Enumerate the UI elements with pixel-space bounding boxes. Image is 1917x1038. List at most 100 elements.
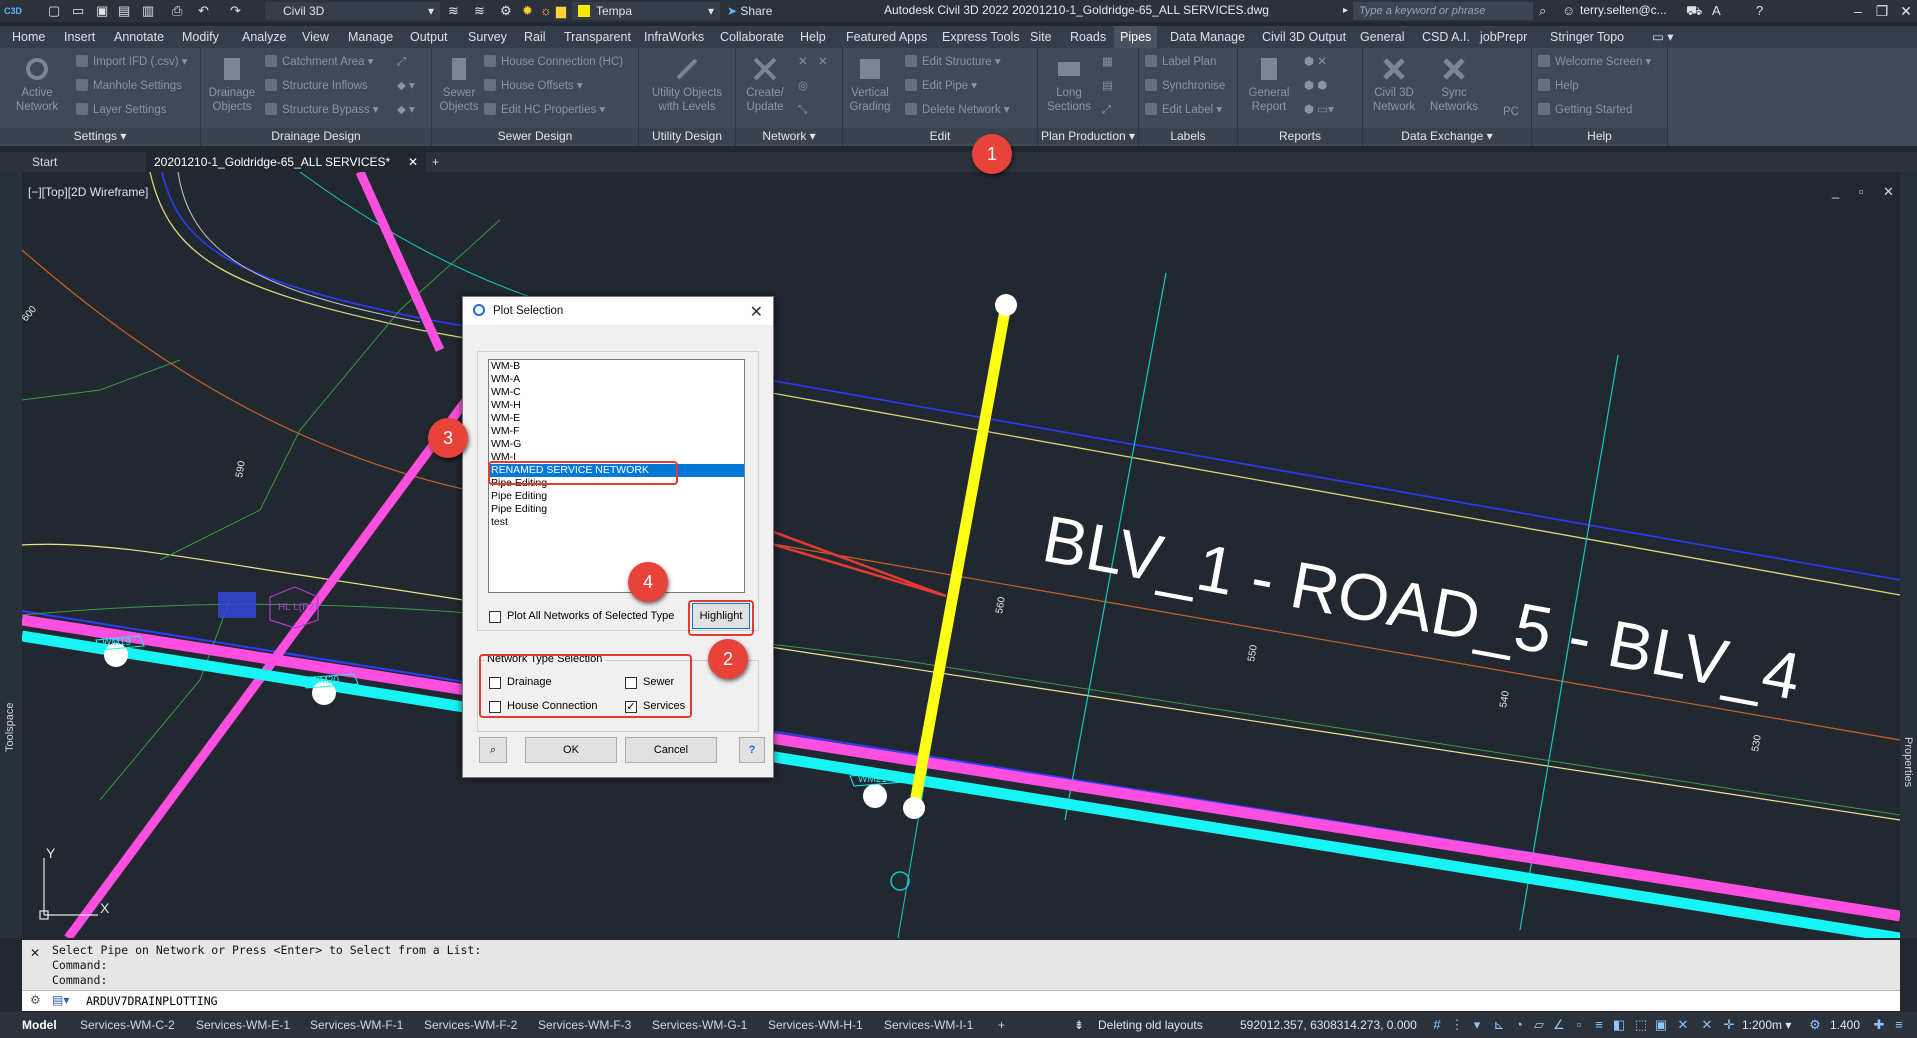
active-network-button[interactable]: Active Network — [10, 54, 64, 114]
plan-tool-3-icon[interactable]: ⤢ — [1102, 102, 1111, 118]
tab-transparent[interactable]: Transparent — [558, 26, 637, 48]
panel-title-network[interactable]: Network ▾ — [736, 128, 842, 144]
cancel-button[interactable]: Cancel — [625, 737, 717, 763]
manhole-settings-button[interactable]: Manhole Settings — [76, 78, 182, 94]
tab-model[interactable]: Model — [22, 1016, 57, 1034]
app-logo[interactable]: C3D — [4, 2, 26, 20]
edit-structure-button[interactable]: Edit Structure ▾ — [905, 54, 1001, 70]
command-input[interactable]: ⚙ ▤▾ ARDUV7DRAINPLOTTING — [22, 990, 1900, 1011]
web-mobile-icon[interactable]: ▥ — [142, 3, 154, 19]
tab-help[interactable]: Help — [794, 26, 832, 48]
lock-icon[interactable]: ▆ — [556, 3, 566, 19]
cyan-node[interactable] — [890, 871, 910, 891]
lightbulb-icon[interactable]: ✹ — [522, 3, 533, 19]
tab-layout[interactable]: Services-WM-I-1 — [884, 1016, 973, 1034]
drainage-objects-button[interactable]: Drainage Objects — [205, 54, 259, 114]
delete-network-button[interactable]: Delete Network ▾ — [905, 102, 1010, 118]
report-tool-2-icon[interactable]: ⬢ ⬢ — [1304, 78, 1327, 94]
panel-title-data-exchange[interactable]: Data Exchange ▾ — [1363, 128, 1531, 144]
edit-label-button[interactable]: Edit Label ▾ — [1145, 102, 1222, 118]
panel-title-settings[interactable]: Settings ▾ — [0, 128, 200, 144]
undo-icon[interactable]: ↶ — [198, 3, 209, 19]
civil3d-network-button[interactable]: Civil 3D Network — [1367, 54, 1421, 114]
tab-express-tools[interactable]: Express Tools — [936, 26, 1026, 48]
list-item[interactable]: Pipe Editing — [489, 490, 744, 503]
list-item[interactable]: WM-A — [489, 373, 744, 386]
house-offsets-button[interactable]: House Offsets ▾ — [484, 78, 583, 94]
tab-layout[interactable]: Services-WM-F-3 — [538, 1016, 631, 1034]
list-item[interactable]: WM-E — [489, 412, 744, 425]
isodraft-icon[interactable]: ▱ — [1532, 1018, 1546, 1032]
network-tool-3-icon[interactable]: ⤡ — [798, 102, 807, 118]
tab-start[interactable]: Start — [24, 152, 152, 172]
osnap-tracking-icon[interactable]: ∠ — [1552, 1018, 1566, 1032]
chevron-down-icon[interactable]: ▾ — [1470, 1018, 1484, 1032]
wrench-icon[interactable]: ⚙ — [30, 993, 41, 1007]
tab-site[interactable]: Site — [1024, 26, 1058, 48]
layer-settings-button[interactable]: Layer Settings — [76, 102, 167, 118]
plot-icon[interactable]: ⎙ — [172, 3, 182, 19]
tab-csd-ai[interactable]: CSD A.I. — [1416, 26, 1476, 48]
sun-icon[interactable]: ☼ — [540, 3, 552, 19]
close-window-button[interactable]: ✕ — [1894, 2, 1917, 20]
coordinates-readout[interactable]: 592012.357, 6308314.273, 0.000 — [1240, 1018, 1417, 1032]
properties-palette[interactable]: Properties — [1900, 172, 1917, 938]
redo-icon[interactable]: ↷ — [230, 3, 241, 19]
help-button[interactable]: ? — [739, 737, 765, 763]
transparency-icon[interactable]: ◧ — [1612, 1018, 1626, 1032]
tab-layout[interactable]: Services-WM-F-1 — [310, 1016, 403, 1034]
yellow-selected-pipe[interactable] — [908, 304, 1012, 809]
network-tool-4-icon[interactable]: ✕ — [818, 54, 828, 70]
tab-general[interactable]: General — [1354, 26, 1410, 48]
annotation-visibility-icon[interactable]: ✕ — [1700, 1018, 1714, 1032]
layer-match-icon[interactable]: ≋ — [474, 3, 485, 19]
tab-layout[interactable]: Services-WM-C-2 — [80, 1016, 175, 1034]
lineweight-icon[interactable]: ≡ — [1592, 1018, 1606, 1032]
dynamic-ucs-icon[interactable]: ✕ — [1676, 1018, 1690, 1032]
command-close-icon[interactable]: ✕ — [30, 946, 40, 960]
osnap-icon[interactable]: ▫ — [1572, 1018, 1586, 1032]
list-item[interactable]: WM-B — [489, 360, 744, 373]
ok-button[interactable]: OK — [525, 737, 617, 763]
network-tool-2-icon[interactable]: ◎ — [798, 78, 808, 94]
save-icon[interactable]: ▣ — [96, 3, 108, 19]
structure-node[interactable] — [863, 784, 887, 808]
getting-started-button[interactable]: Getting Started — [1538, 102, 1632, 118]
dialog-title-bar[interactable]: Plot Selection ✕ — [463, 297, 773, 325]
cart-icon[interactable]: ⛟ — [1686, 3, 1702, 19]
import-ifd-button[interactable]: Import IFD (.csv) ▾ — [76, 54, 188, 70]
help-button[interactable]: Help — [1538, 78, 1579, 94]
tab-data-manage[interactable]: Data Manage — [1164, 26, 1251, 48]
3d-osnap-icon[interactable]: ▣ — [1654, 1018, 1668, 1032]
user-account[interactable]: terry.selten@c... — [1580, 3, 1667, 17]
network-tool-1-icon[interactable]: ✕ — [798, 54, 808, 70]
save-as-icon[interactable]: ▤ — [118, 3, 130, 19]
customization-icon[interactable]: ≡ — [1892, 1018, 1906, 1032]
structure-inflows-button[interactable]: Structure Inflows — [265, 78, 368, 94]
search-input[interactable]: Type a keyword or phrase — [1353, 2, 1533, 20]
create-update-button[interactable]: Create/ Update — [738, 54, 792, 114]
lineweight-value[interactable]: 1.400 — [1830, 1018, 1860, 1032]
plan-tool-2-icon[interactable]: ▤ — [1102, 78, 1113, 94]
structure-node[interactable] — [903, 797, 925, 819]
tab-infraworks[interactable]: InfraWorks — [638, 26, 710, 48]
tab-view[interactable]: View — [296, 26, 335, 48]
tab-analyze[interactable]: Analyze — [236, 26, 292, 48]
annotation-scale-dropdown[interactable]: 1:200m ▾ — [1742, 1018, 1791, 1032]
drainage-tool-2-icon[interactable]: ◆ ▾ — [397, 78, 415, 94]
minimize-button[interactable]: – — [1846, 2, 1870, 20]
edit-hc-properties-button[interactable]: Edit HC Properties ▾ — [484, 102, 605, 118]
tab-modify[interactable]: Modify — [176, 26, 225, 48]
tab-survey[interactable]: Survey — [462, 26, 513, 48]
viewport-label[interactable]: [−][Top][2D Wireframe] — [28, 185, 148, 199]
magenta-pipe[interactable] — [355, 172, 445, 352]
scroll-icon[interactable]: ⇟ — [1074, 1018, 1084, 1032]
grid-icon[interactable]: # — [1430, 1018, 1444, 1032]
drawing-viewport[interactable]: WM19 WM20 WM21 HL L(P2) 600 590 560 550 … — [0, 172, 1917, 938]
tab-output[interactable]: Output — [404, 26, 454, 48]
tab-rail[interactable]: Rail — [518, 26, 552, 48]
tab-jobprepr[interactable]: jobPrepr — [1474, 26, 1533, 48]
selection-cycling-icon[interactable]: ⬚ — [1634, 1018, 1648, 1032]
general-report-button[interactable]: General Report — [1242, 54, 1296, 114]
utility-objects-button[interactable]: Utility Objects with Levels — [643, 54, 731, 114]
